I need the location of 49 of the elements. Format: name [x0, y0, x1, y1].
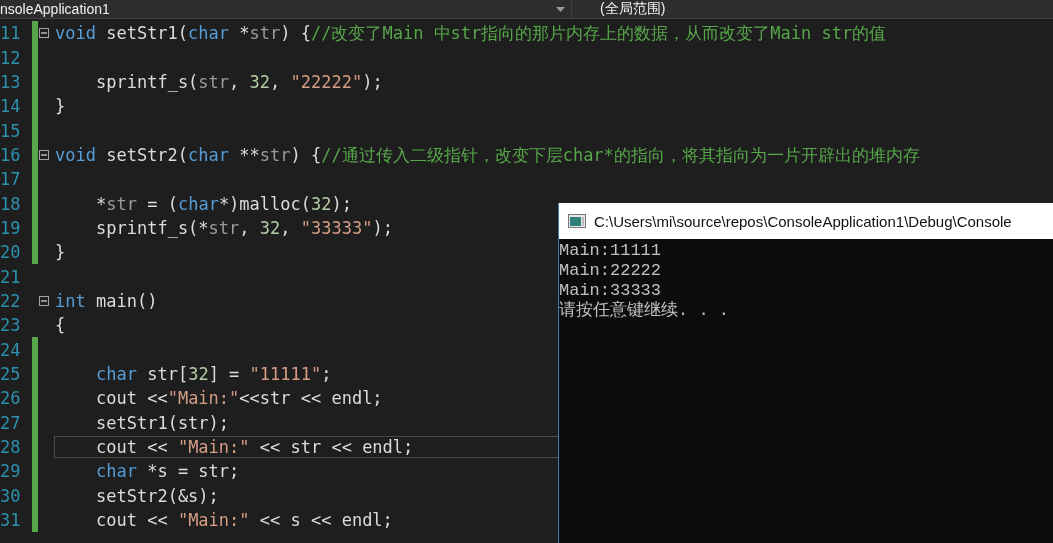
code-line: sprintf_s(*str, 32, "33333"); — [96, 216, 393, 239]
caret-icon — [556, 6, 565, 12]
line-number: 21 — [0, 266, 22, 287]
code-line: void setStr1(char *str) {//改变了Main 中str指向的那片内存上的数据，从而改变了Main str的值 — [55, 22, 887, 45]
line-number: 23 — [0, 315, 22, 336]
window-title: C:\Users\mi\source\repos\ConsoleApplication1\Debug\Console — [594, 212, 1012, 230]
console-output-line: Main:11111 — [559, 241, 663, 261]
code-line: cout << "Main:" << str << endl; — [96, 436, 414, 458]
code-line: cout <<"Main:"<<str << endl; — [96, 387, 383, 410]
console-output-line: Main:33333 — [559, 281, 663, 301]
line-number: 19 — [0, 217, 22, 238]
collapse-icon[interactable] — [39, 28, 49, 39]
code-line: setStr1(str); — [96, 411, 230, 434]
code-line: char *s = str; — [96, 460, 240, 483]
line-number: 31 — [0, 510, 22, 531]
scope-dropdown[interactable]: (全局范围) — [572, 0, 1053, 18]
code-line: } — [55, 95, 66, 118]
collapse-icon[interactable] — [39, 149, 49, 160]
code-line: sprintf_s(str, 32, "22222"); — [96, 70, 383, 93]
line-number: 13 — [0, 71, 22, 92]
code-line: *str = (char*)malloc(32); — [96, 192, 352, 215]
line-number: 30 — [0, 485, 22, 506]
line-number: 27 — [0, 412, 22, 433]
collapse-icon[interactable] — [39, 295, 49, 306]
line-number: 18 — [0, 193, 22, 214]
line-number: 29 — [0, 461, 22, 482]
line-number: 22 — [0, 290, 22, 311]
line-number: 26 — [0, 388, 22, 409]
line-number: 20 — [0, 242, 22, 263]
line-number: 25 — [0, 364, 22, 384]
line-number: 16 — [0, 144, 22, 165]
line-number: 24 — [0, 339, 22, 360]
line-number: 15 — [0, 120, 22, 141]
project-dropdown[interactable]: nsoleApplication1 — [0, 0, 572, 18]
code-line: { — [55, 314, 66, 337]
line-number: 14 — [0, 96, 22, 117]
code-line: int main() — [55, 289, 158, 312]
code-line: char str[32] = "11111"; — [96, 363, 332, 385]
line-number: 11 — [0, 23, 22, 44]
code-line: setStr2(&s); — [96, 484, 219, 507]
code-line: } — [55, 241, 66, 264]
line-number: 17 — [0, 169, 22, 190]
code-line: void setStr2(char **str) {//通过传入二级指针，改变下层char*的指向，将其指向为一片开辟出的堆内存 — [55, 143, 920, 166]
line-number: 28 — [0, 437, 22, 457]
console-output-line: Main:22222 — [559, 261, 663, 281]
console-icon — [568, 214, 586, 228]
line-number: 12 — [0, 47, 22, 68]
console-output-line: 请按任意键继续. . . — [559, 301, 730, 321]
code-line: cout << "Main:" << s << endl; — [96, 509, 393, 532]
